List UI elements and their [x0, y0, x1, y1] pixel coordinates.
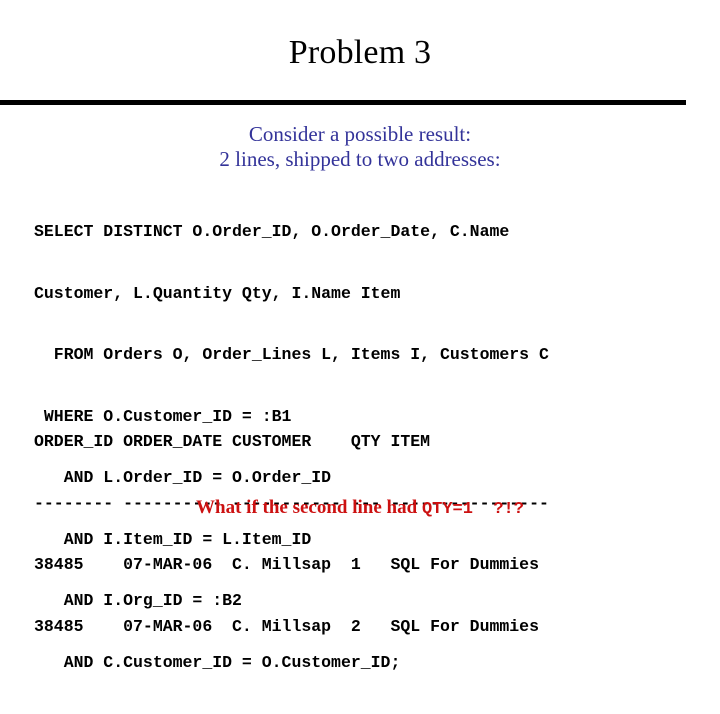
sql-line-select: SELECT DISTINCT O.Order_ID, O.Order_Date…	[34, 222, 510, 241]
bottom-question-note: What if the second line had QTY=1 ?!?	[0, 497, 720, 519]
slide-canvas: Problem 3 Consider a possible result: 2 …	[0, 0, 720, 672]
sql-line-from: FROM Orders O, Order_Lines L, Items I, C…	[34, 345, 549, 364]
result-header-row: ORDER_ID ORDER_DATE CUSTOMER QTY ITEM	[34, 432, 431, 451]
bottom-note-mono-text: QTY=1 ?!?	[421, 500, 524, 519]
table-row: 38485 07-MAR-06 C. Millsap 2 SQL For Dum…	[34, 616, 539, 636]
result-table-block: ORDER_ID ORDER_DATE CUSTOMER QTY ITEM --…	[34, 391, 549, 678]
bottom-note-serif-text: What if the second line had	[196, 497, 422, 518]
page-title: Problem 3	[288, 34, 432, 71]
subtitle-line-2: 2 lines, shipped to two addresses:	[219, 147, 501, 171]
sql-line-customer: Customer, L.Quantity Qty, I.Name Item	[34, 283, 401, 303]
subtitle-block: Consider a possible result: 2 lines, shi…	[0, 122, 720, 172]
subtitle-line-1: Consider a possible result:	[248, 122, 472, 146]
table-row: 38485 07-MAR-06 C. Millsap 1 SQL For Dum…	[34, 555, 539, 574]
title-divider-rule	[0, 100, 686, 105]
